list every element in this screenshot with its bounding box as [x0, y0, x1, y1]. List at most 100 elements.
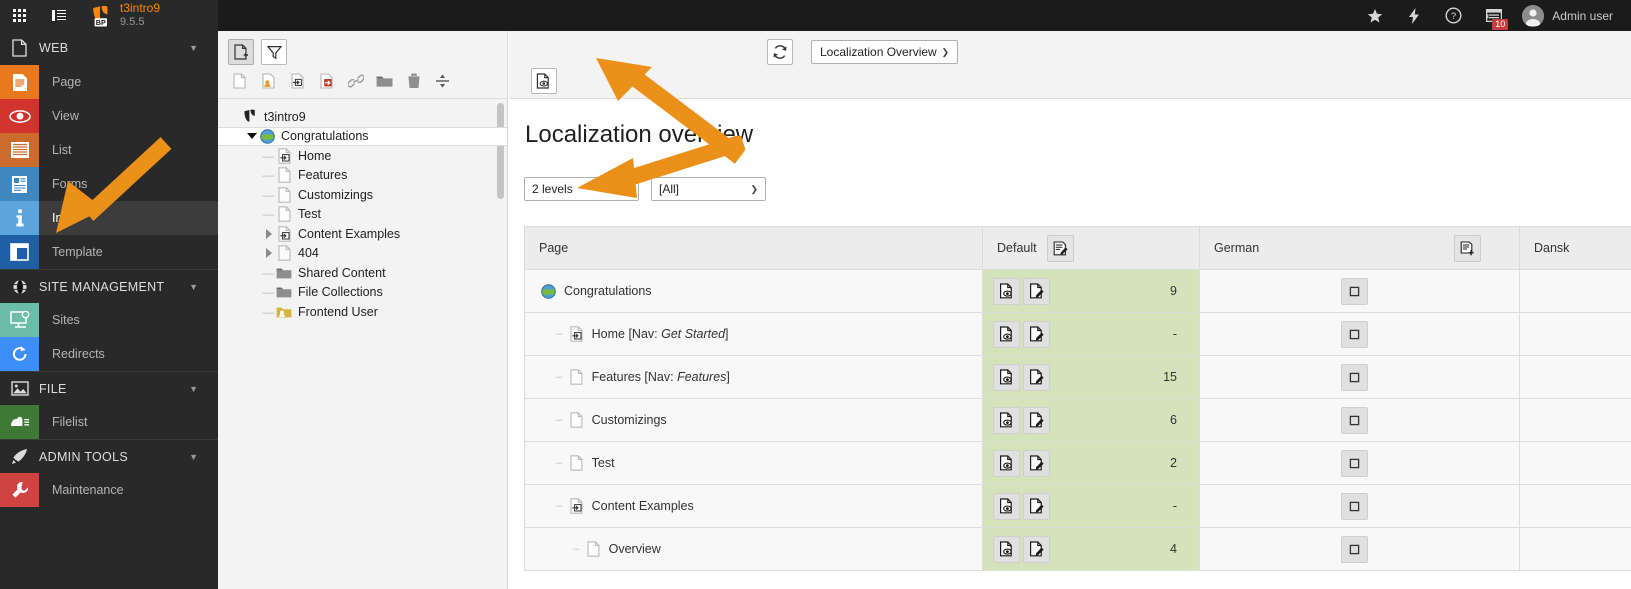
sidebar-section-label: SITE MANAGEMENT: [39, 279, 165, 294]
typo3-backend: BP t3intro9 9.5.5 ? 10 Admin user WEB ▼ …: [0, 0, 1631, 589]
table-header-row: Page Default German Dansk: [524, 226, 1631, 270]
edit-page-icon[interactable]: [1023, 492, 1050, 520]
new-page-doc-icon[interactable]: [231, 73, 248, 90]
edit-page-icon[interactable]: [1023, 449, 1050, 477]
page-doc-icon: [275, 205, 293, 224]
column-header-german: German: [1199, 226, 1520, 270]
new-translation-small-icon[interactable]: [1341, 277, 1368, 305]
tree-node[interactable]: — Customizings: [218, 185, 507, 205]
folder-icon[interactable]: [376, 73, 393, 90]
view-page-icon[interactable]: [993, 277, 1020, 305]
tree-node[interactable]: — Frontend User: [218, 302, 507, 322]
content-element-count: 9: [1170, 284, 1177, 298]
new-page-user-icon[interactable]: [260, 73, 277, 90]
sidebar-section-web[interactable]: WEB ▼: [0, 31, 218, 65]
sidebar-item-maintenance[interactable]: Maintenance: [0, 473, 218, 507]
user-menu[interactable]: Admin user: [1514, 0, 1623, 31]
edit-page-icon[interactable]: [1023, 320, 1050, 348]
sidebar-item-redirects[interactable]: Redirects: [0, 337, 218, 371]
shortcut-page-icon: [275, 224, 293, 243]
page-doc-icon: [567, 368, 586, 387]
view-page-icon[interactable]: [993, 449, 1020, 477]
new-translation-small-icon[interactable]: [1341, 449, 1368, 477]
sidebar-item-label: Info: [52, 211, 73, 225]
tree-node[interactable]: — Home: [218, 146, 507, 166]
refresh-icon[interactable]: [767, 39, 793, 65]
cell-page: Congratulations: [524, 269, 983, 313]
clear-cache-icon[interactable]: [1395, 0, 1433, 31]
sidebar-section-admin-tools[interactable]: ADMIN TOOLS ▼: [0, 439, 218, 473]
sidebar-section-site-management[interactable]: SITE MANAGEMENT ▼: [0, 269, 218, 303]
link-icon[interactable]: [347, 73, 364, 90]
language-filter-select[interactable]: [All] ❯: [651, 177, 766, 201]
systeminformation-icon[interactable]: 10: [1474, 0, 1514, 31]
shortcut-page-icon: [567, 325, 586, 344]
cell-page: ┄ Overview: [524, 527, 983, 571]
tree-node[interactable]: — Test: [218, 205, 507, 225]
user-name: Admin user: [1552, 8, 1613, 23]
tree-node[interactable]: Content Examples: [218, 224, 507, 244]
new-page-link-red-icon[interactable]: [318, 73, 335, 90]
table-row: ┄ Test 2: [524, 441, 1631, 485]
trash-icon[interactable]: [405, 73, 422, 90]
sidebar-item-view[interactable]: View: [0, 99, 218, 133]
collapse-toggle-icon[interactable]: [245, 127, 258, 146]
cell-german: [1199, 527, 1520, 571]
sidebar-item-info[interactable]: Info: [0, 201, 218, 235]
content-element-count: 15: [1163, 370, 1177, 384]
page-icon: [0, 31, 39, 65]
table-row: ┄ Home [Nav: Get Started] -: [524, 312, 1631, 356]
tree-node[interactable]: — Features: [218, 166, 507, 186]
page-tree-actions: [228, 66, 497, 96]
edit-multiple-icon[interactable]: [1046, 234, 1074, 262]
filter-icon[interactable]: [261, 39, 287, 65]
sidebar-item-template[interactable]: Template: [0, 235, 218, 269]
sidebar-item-forms[interactable]: Forms: [0, 167, 218, 201]
page-label: Test: [591, 456, 615, 470]
bookmarks-icon[interactable]: [1355, 0, 1395, 31]
cell-german: [1199, 355, 1520, 399]
depth-filter-select[interactable]: 2 levels ❯: [524, 177, 639, 201]
view-page-icon[interactable]: [993, 406, 1020, 434]
tree-node[interactable]: 404: [218, 244, 507, 264]
sidebar-section-file[interactable]: FILE ▼: [0, 371, 218, 405]
new-translation-small-icon[interactable]: [1341, 492, 1368, 520]
content-element-count: 4: [1170, 542, 1177, 556]
view-page-icon[interactable]: [993, 535, 1020, 563]
divider-icon[interactable]: [434, 73, 451, 90]
chevron-down-icon: ▼: [189, 383, 198, 394]
view-page-icon[interactable]: [993, 320, 1020, 348]
page-doc-icon: [275, 244, 293, 263]
view-page-icon[interactable]: [993, 363, 1020, 391]
tree-node[interactable]: Congratulations: [218, 126, 507, 146]
list-icon[interactable]: [39, 0, 78, 31]
edit-page-icon[interactable]: [1023, 406, 1050, 434]
edit-page-icon[interactable]: [1023, 277, 1050, 305]
view-webpage-icon[interactable]: [531, 68, 557, 94]
sidebar-item-list[interactable]: List: [0, 133, 218, 167]
new-translation-small-icon[interactable]: [1341, 406, 1368, 434]
tree-node[interactable]: t3intro9: [218, 107, 507, 127]
new-translation-small-icon[interactable]: [1341, 320, 1368, 348]
sidebar-item-page[interactable]: Page: [0, 65, 218, 99]
new-translation-small-icon[interactable]: [1341, 535, 1368, 563]
edit-page-icon[interactable]: [1023, 535, 1050, 563]
tree-node[interactable]: — File Collections: [218, 283, 507, 303]
filters: 2 levels ❯ [All] ❯: [524, 177, 1631, 201]
new-translation-small-icon[interactable]: [1341, 363, 1368, 391]
cell-german: [1199, 312, 1520, 356]
new-translation-icon[interactable]: [1454, 234, 1481, 262]
help-icon[interactable]: ?: [1433, 0, 1474, 31]
new-shortcut-icon[interactable]: [289, 73, 306, 90]
new-page-icon[interactable]: [228, 39, 254, 65]
tree-node[interactable]: — Shared Content: [218, 263, 507, 283]
module-function-select[interactable]: Localization Overview ❯: [811, 40, 958, 64]
sidebar-item-sites[interactable]: Sites: [0, 303, 218, 337]
page-tree: t3intro9 Congratulations — Home — Features — Cu…: [218, 99, 507, 588]
edit-page-icon[interactable]: [1023, 363, 1050, 391]
view-page-icon[interactable]: [993, 492, 1020, 520]
expand-toggle-icon[interactable]: [262, 244, 275, 263]
grid-icon[interactable]: [0, 0, 39, 31]
expand-toggle-icon[interactable]: [262, 224, 275, 243]
sidebar-item-filelist[interactable]: Filelist: [0, 405, 218, 439]
